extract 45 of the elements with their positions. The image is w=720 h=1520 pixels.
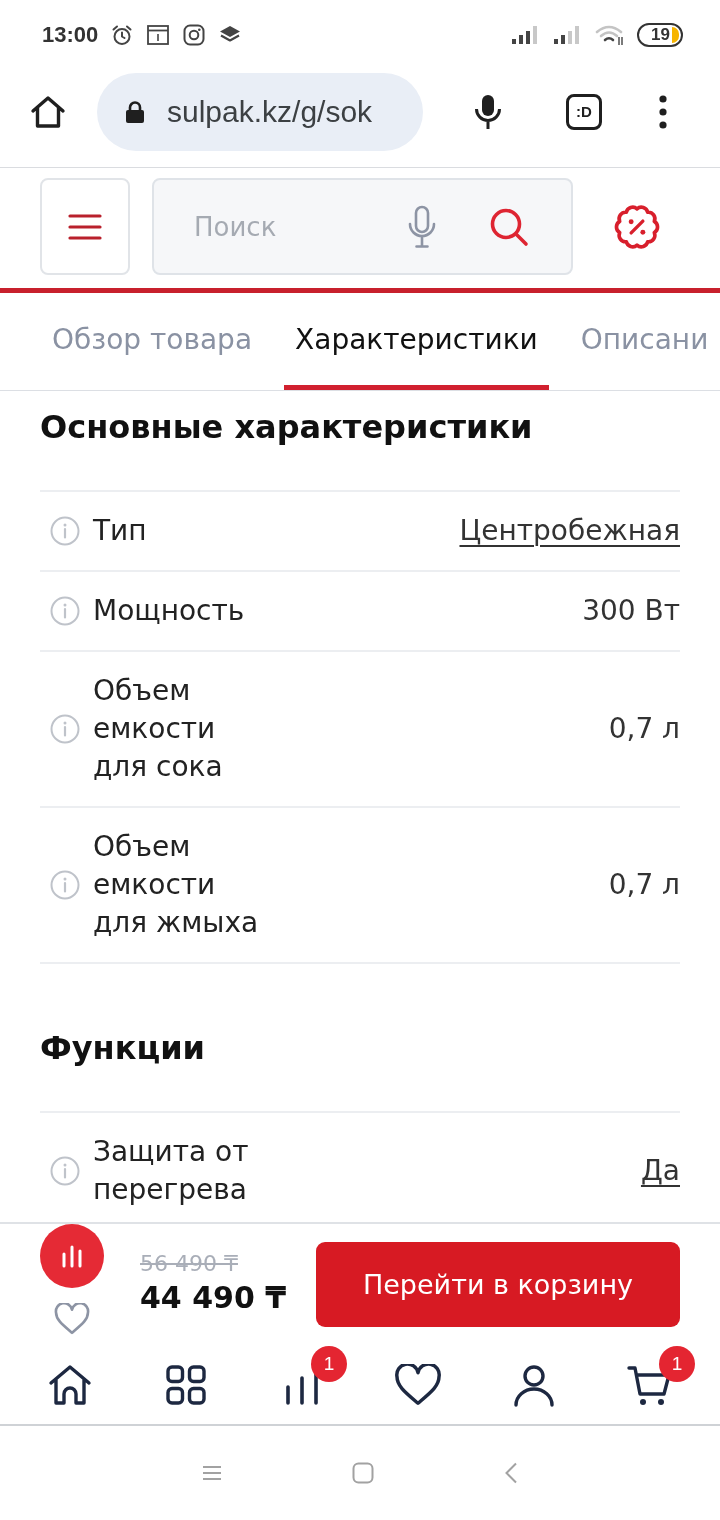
- home-icon[interactable]: [48, 1362, 92, 1407]
- spec-label: Защита от перегрева: [93, 1134, 250, 1208]
- status-time: 13:00: [42, 22, 99, 48]
- alarm-clock-icon: [111, 24, 134, 46]
- section-heading: Основные характеристики: [40, 407, 534, 447]
- spec-value: 0,7 л: [608, 711, 680, 747]
- spec-label: Мощность: [93, 593, 245, 629]
- tab[interactable]: Характеристики: [284, 293, 549, 390]
- lock-icon: [125, 99, 145, 124]
- search-input[interactable]: Поиск: [194, 211, 407, 242]
- old-price: 56 490 ₸: [140, 1250, 238, 1278]
- instagram-icon: [183, 24, 206, 46]
- tab-switcher-button[interactable]: :D: [566, 93, 602, 130]
- bar-chart-icon: [61, 1244, 83, 1268]
- calendar-icon: [147, 25, 170, 45]
- spec-value-link[interactable]: Да: [640, 1152, 680, 1190]
- count-badge: 1: [311, 1346, 347, 1382]
- signal-icon: [553, 25, 581, 45]
- spec-value: 300 Вт: [582, 593, 680, 629]
- spec-value-link[interactable]: Центробежная: [459, 512, 680, 550]
- price: 44 490 ₸: [140, 1279, 287, 1317]
- back-icon[interactable]: [504, 1462, 518, 1484]
- address-bar[interactable]: sulpak.kz/g/sok: [97, 72, 423, 151]
- search-icon[interactable]: [489, 206, 529, 247]
- more-icon[interactable]: [658, 94, 668, 129]
- count-badge: 1: [659, 1346, 695, 1382]
- go-to-cart-button[interactable]: Перейти в корзину: [316, 1242, 680, 1327]
- wifi-icon: [595, 24, 625, 46]
- grid-icon[interactable]: [166, 1364, 206, 1405]
- square-icon[interactable]: [352, 1462, 374, 1484]
- battery-indicator: 19: [637, 23, 683, 47]
- menu-icon[interactable]: [202, 1465, 222, 1481]
- user-icon[interactable]: [512, 1362, 556, 1407]
- spec-label: Тип: [93, 513, 147, 549]
- menu-button[interactable]: [40, 178, 130, 275]
- heart-icon[interactable]: [394, 1363, 442, 1406]
- spec-label: Объем емкости для жмыха: [93, 829, 260, 941]
- spec-label: Объем емкости для сока: [93, 673, 224, 785]
- spec-value: 0,7 л: [608, 867, 680, 903]
- menu-icon: [68, 212, 102, 241]
- home-icon[interactable]: [30, 93, 66, 130]
- url-text[interactable]: sulpak.kz/g/sok: [167, 94, 373, 129]
- microphone-icon[interactable]: [473, 93, 503, 130]
- signal-icon: [511, 25, 539, 45]
- section-heading: Функции: [40, 1028, 206, 1068]
